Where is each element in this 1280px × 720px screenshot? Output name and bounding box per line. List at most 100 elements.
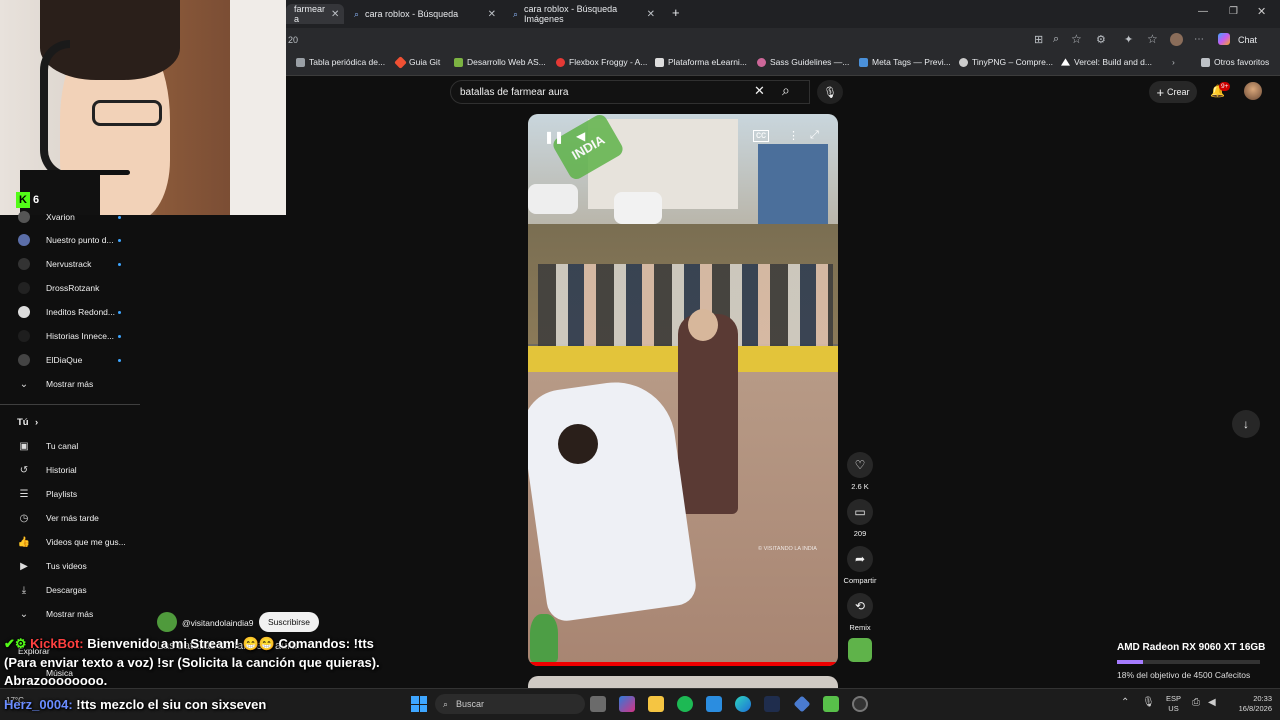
- url-fragment[interactable]: 20: [288, 35, 298, 45]
- sidebar-item-label: Videos que me gus...: [46, 537, 126, 547]
- task-view-icon[interactable]: [590, 696, 606, 712]
- profile-avatar[interactable]: [1170, 33, 1183, 46]
- comments-button[interactable]: ▭: [847, 499, 873, 525]
- copilot-app-icon[interactable]: [619, 696, 635, 712]
- clear-search-icon[interactable]: ✕: [754, 83, 765, 99]
- tab-roblox-images[interactable]: ⌕ cara roblox - Búsqueda Imágenes ✕: [505, 4, 663, 24]
- remix-label: Remix: [849, 623, 871, 632]
- channel-avatar-icon: [18, 258, 30, 270]
- favorites-icon[interactable]: ☆: [1147, 32, 1158, 46]
- windows-start-icon[interactable]: [411, 696, 427, 712]
- user-avatar[interactable]: [1244, 82, 1262, 100]
- close-window-icon[interactable]: ✕: [1257, 5, 1266, 18]
- microphone-icon[interactable]: 🎙: [817, 80, 843, 104]
- next-short-button[interactable]: ↓: [1232, 410, 1260, 438]
- sidebar-sub-eldiaque[interactable]: ElDiaQue: [0, 349, 140, 371]
- other-favorites[interactable]: Otros favoritos: [1201, 57, 1269, 67]
- volume-icon[interactable]: ◀: [1208, 697, 1216, 708]
- bookmark-icon: [959, 57, 968, 67]
- search-icon[interactable]: ⌕: [782, 82, 790, 99]
- clock[interactable]: 20:33 16/8/2026: [1226, 694, 1272, 714]
- vscode-icon[interactable]: [706, 696, 722, 712]
- bookmark-item[interactable]: Plataforma eLearni...: [655, 57, 747, 67]
- copilot-icon[interactable]: [1218, 33, 1230, 45]
- zoom-icon[interactable]: ⌕: [1053, 33, 1059, 46]
- network-icon[interactable]: ⎙: [1192, 697, 1200, 708]
- fullscreen-icon[interactable]: ⤢: [810, 129, 819, 142]
- install-app-icon[interactable]: ⊞: [1034, 33, 1043, 46]
- sidebar-item-descargas[interactable]: ⤓ Descargas: [0, 579, 140, 601]
- bookmark-item[interactable]: TinyPNG – Compre...: [959, 57, 1053, 67]
- bookmark-item[interactable]: Flexbox Froggy - A...: [556, 57, 647, 67]
- sidebar-sub-nervustrack[interactable]: Nervustrack: [0, 253, 140, 275]
- settings-icon[interactable]: [852, 696, 868, 712]
- shorts-video-player[interactable]: INDIA © VISITANDO LA INDIA ❚❚ ◀ cc ⋮ ⤢: [528, 114, 838, 666]
- create-button[interactable]: + Crear: [1149, 81, 1197, 103]
- sidebar-item-label: Nervustrack: [46, 259, 92, 269]
- new-tab-button[interactable]: +: [672, 5, 680, 20]
- spotify-icon[interactable]: [677, 696, 693, 712]
- sidebar-sub-xvarion[interactable]: Xvarion: [0, 206, 140, 228]
- file-explorer-icon[interactable]: [648, 696, 664, 712]
- chevron-up-icon[interactable]: ⌃: [1121, 697, 1129, 708]
- bookmark-item[interactable]: Vercel: Build and d...: [1061, 57, 1152, 67]
- kick-viewer-count: 6: [33, 194, 40, 206]
- bookmark-item[interactable]: Sass Guidelines —...: [757, 57, 849, 67]
- arrow-down-icon: ↓: [1243, 417, 1249, 431]
- sidebar-item-ver-mas-tarde[interactable]: ◷ Ver más tarde: [0, 507, 140, 529]
- sidebar-sub-nuestro-punto[interactable]: Nuestro punto d...: [0, 229, 140, 251]
- app-icon[interactable]: [764, 696, 780, 712]
- sidebar-you-header[interactable]: Tú ›: [0, 411, 140, 433]
- more-icon[interactable]: ⋯: [1194, 34, 1204, 45]
- sidebar-show-more-you[interactable]: ⌄ Mostrar más: [0, 603, 140, 625]
- sidebar-item-label: Historias Innece...: [46, 331, 115, 341]
- more-options-icon[interactable]: ⋮: [788, 129, 799, 142]
- subscribe-button[interactable]: Suscribirse: [259, 612, 319, 632]
- chat-username: Herz_0004:: [4, 697, 73, 712]
- sound-thumbnail[interactable]: [848, 638, 872, 662]
- bookmark-item[interactable]: Meta Tags — Previ...: [859, 57, 951, 67]
- sidebar-item-playlists[interactable]: ☰ Playlists: [0, 483, 140, 505]
- sidebar-item-tu-canal[interactable]: ▣ Tu canal: [0, 435, 140, 457]
- volume-icon[interactable]: ◀: [576, 129, 585, 143]
- goal-progress-fill: [1117, 660, 1143, 664]
- chevron-right-icon[interactable]: ›: [1172, 57, 1175, 67]
- taskbar-search[interactable]: ⌕ Buscar: [435, 694, 585, 714]
- bookmark-item[interactable]: Tabla periódica de...: [296, 57, 385, 67]
- minimize-icon[interactable]: —: [1198, 6, 1208, 17]
- extension-icon[interactable]: ⚙: [1096, 33, 1106, 46]
- tab-roblox-search[interactable]: ⌕ cara roblox - Búsqueda ✕: [346, 4, 504, 24]
- tab-active[interactable]: farmear a ✕: [286, 4, 344, 24]
- pause-icon[interactable]: ❚❚: [544, 130, 564, 144]
- sidebar-sub-historias[interactable]: Historias Innece...: [0, 325, 140, 347]
- sidebar-item-liked-videos[interactable]: 👍 Videos que me gus...: [0, 531, 140, 553]
- puzzle-icon[interactable]: ✦: [1124, 33, 1133, 46]
- minecraft-icon[interactable]: [823, 696, 839, 712]
- remix-button[interactable]: ⟲: [847, 593, 873, 619]
- channel-name[interactable]: @visitandolaindia9: [182, 618, 253, 628]
- sidebar-sub-ineditos[interactable]: Ineditos Redond...: [0, 301, 140, 323]
- maximize-icon[interactable]: ❐: [1229, 6, 1238, 17]
- share-button[interactable]: ➦: [847, 546, 873, 572]
- bookmark-item[interactable]: Desarrollo Web AS...: [454, 57, 546, 67]
- captions-icon[interactable]: cc: [753, 130, 769, 142]
- close-icon[interactable]: ✕: [647, 9, 655, 20]
- sidebar-show-more-subs[interactable]: ⌄ Mostrar más: [0, 373, 140, 395]
- channel-avatar[interactable]: [157, 612, 177, 632]
- sidebar-item-historial[interactable]: ↺ Historial: [0, 459, 140, 481]
- language-indicator[interactable]: ESP US: [1166, 694, 1181, 714]
- edge-icon[interactable]: [735, 696, 751, 712]
- like-button[interactable]: ♡: [847, 452, 873, 478]
- chat-button[interactable]: Chat: [1238, 35, 1257, 45]
- bookmark-item[interactable]: Guia Git: [394, 55, 440, 69]
- close-icon[interactable]: ✕: [488, 9, 496, 20]
- sidebar-item-label: Ver más tarde: [46, 513, 99, 523]
- sidebar-item-tus-videos[interactable]: ▶ Tus videos: [0, 555, 140, 577]
- new-content-dot: [118, 334, 121, 338]
- next-short-preview[interactable]: [528, 676, 838, 688]
- microphone-icon[interactable]: 🎙: [1142, 697, 1155, 708]
- star-icon[interactable]: ☆: [1071, 32, 1082, 46]
- close-icon[interactable]: ✕: [331, 9, 339, 20]
- progress-bar[interactable]: [528, 662, 838, 666]
- sidebar-sub-drossrotzank[interactable]: DrossRotzank: [0, 277, 140, 299]
